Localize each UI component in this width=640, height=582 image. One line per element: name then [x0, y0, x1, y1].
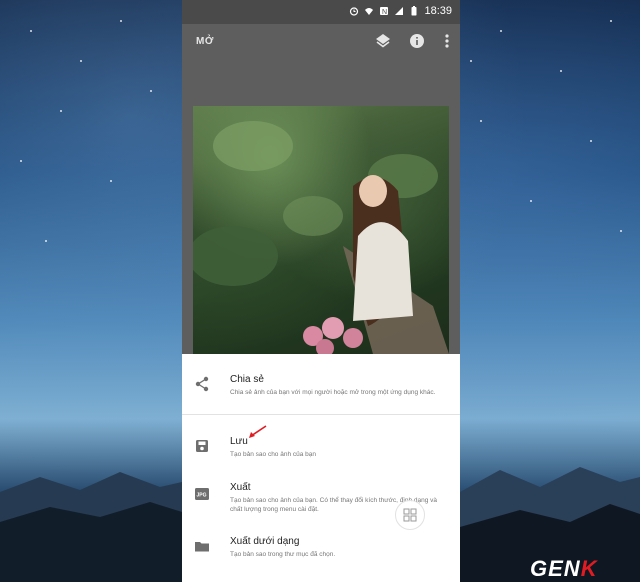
folder-icon	[195, 542, 209, 552]
app-toolbar: MỞ	[182, 24, 460, 60]
svg-text:JPG: JPG	[197, 493, 207, 499]
battery-icon	[411, 6, 417, 16]
export-as-option-label: Xuất dưới dạng	[230, 536, 300, 547]
logo-text: GEN	[530, 556, 581, 581]
share-icon	[195, 376, 209, 392]
export-as-option-desc: Tạo bản sao trong thư mục đã chọn.	[230, 551, 336, 558]
edited-photo	[193, 106, 449, 354]
share-bottom-sheet: Chia sẻ Chia sẻ ảnh của bạn với mọi ngườ…	[182, 354, 460, 582]
svg-text:N: N	[382, 9, 387, 16]
more-options-icon[interactable]	[438, 32, 456, 50]
layers-icon[interactable]	[374, 32, 392, 50]
alarm-icon	[350, 7, 359, 16]
save-option-label: Lưu	[230, 436, 248, 447]
sheet-divider	[182, 414, 460, 415]
nfc-icon: N	[380, 7, 389, 16]
share-option-label: Chia sẻ	[230, 374, 264, 385]
info-icon[interactable]	[408, 32, 426, 50]
photo-scene	[193, 121, 449, 354]
grid-icon	[403, 508, 417, 522]
save-option-desc: Tạo bản sao cho ảnh của bạn	[230, 451, 317, 458]
grid-toggle-button[interactable]	[395, 500, 425, 530]
genk-watermark-logo: GENK	[530, 556, 598, 582]
save-icon	[196, 440, 208, 452]
status-bar: N 18:39	[182, 0, 460, 24]
phone-screen: N 18:39 MỞ Chia sẻ Chia sẻ ảnh của bạn v…	[182, 0, 460, 582]
export-option-label: Xuất	[230, 482, 251, 493]
share-option-desc: Chia sẻ ảnh của bạn với mọi người hoặc m…	[230, 389, 436, 396]
jpg-icon: JPG	[195, 488, 209, 500]
signal-icon	[395, 7, 404, 15]
status-time: 18:39	[424, 5, 452, 17]
wifi-icon	[365, 8, 374, 15]
open-button[interactable]: MỞ	[196, 36, 214, 47]
logo-accent-text: K	[580, 556, 598, 581]
